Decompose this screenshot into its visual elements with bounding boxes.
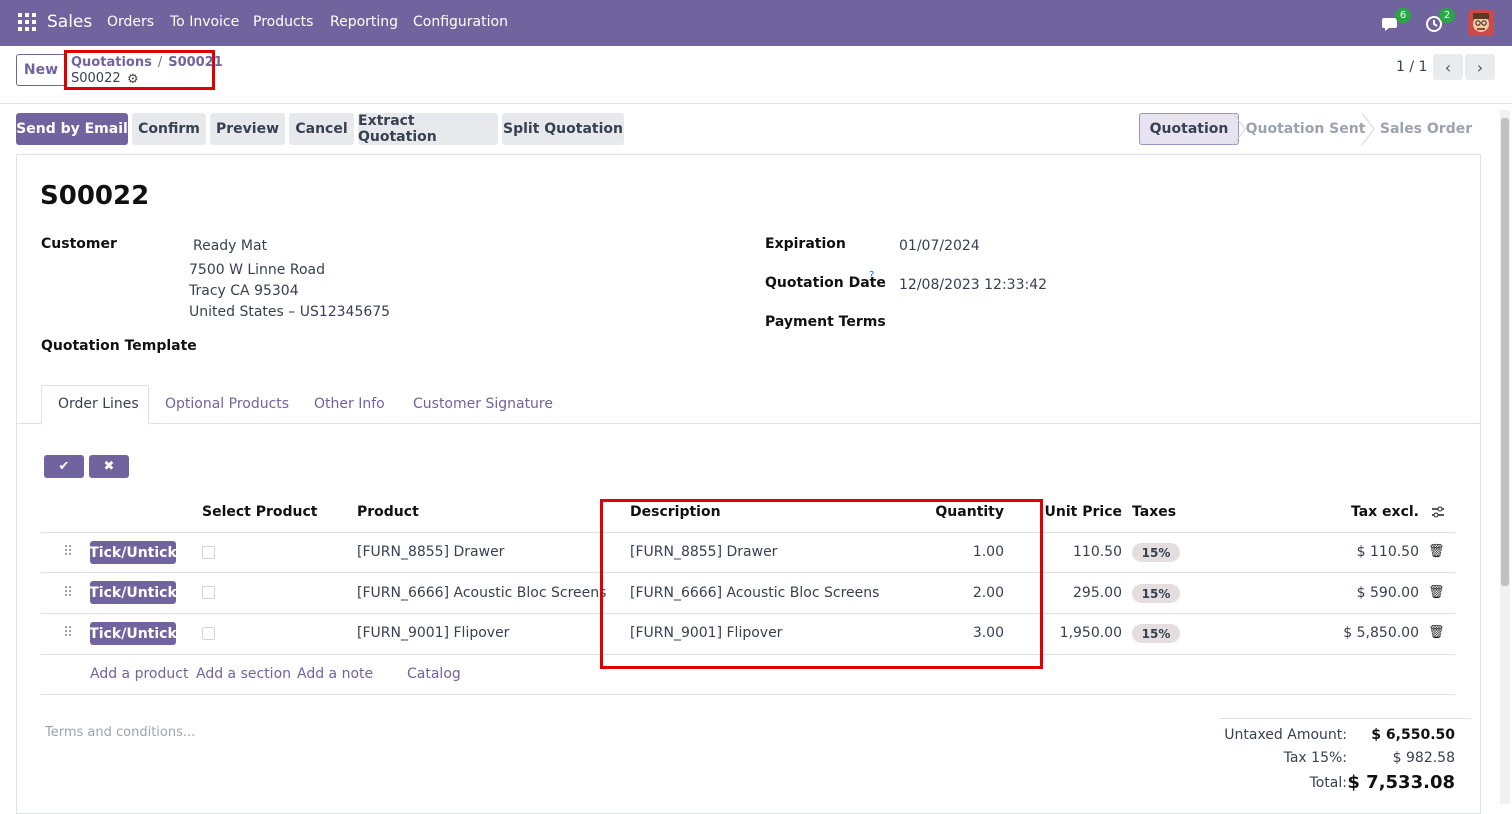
tab-order-lines[interactable]: Order Lines [58, 396, 139, 412]
column-taxes[interactable]: Taxes [1132, 504, 1176, 520]
status-quotation[interactable]: Quotation [1139, 113, 1239, 145]
add-section-link[interactable]: Add a section [196, 666, 291, 682]
customer-label: Customer [41, 236, 117, 252]
trash-icon[interactable]: 🗑 [1428, 625, 1445, 640]
status-arrow [1362, 113, 1375, 145]
pager-next-button[interactable]: › [1465, 54, 1495, 80]
messages-button[interactable]: 6 [1381, 8, 1411, 34]
deselect-all-button[interactable]: ✖ [89, 455, 129, 478]
chevron-left-icon: ‹ [1444, 57, 1452, 77]
product-cell[interactable]: [FURN_8855] Drawer [357, 544, 504, 560]
tab-customer-signature[interactable]: Customer Signature [413, 396, 553, 412]
breadcrumb-current: S00022 [71, 71, 121, 86]
apps-menu-icon[interactable] [18, 13, 36, 31]
column-select-product[interactable]: Select Product [202, 504, 318, 520]
send-by-email-button[interactable]: Send by Email [16, 113, 128, 145]
tick-untick-button[interactable]: Tick/Untick [89, 541, 177, 564]
breadcrumb-previous-record[interactable]: S00021 [168, 55, 223, 70]
check-icon: ✔ [58, 459, 70, 474]
catalog-link[interactable]: Catalog [407, 666, 461, 682]
menu-products[interactable]: Products [253, 14, 313, 30]
tax-value: $ 982.58 [1392, 750, 1455, 766]
user-avatar[interactable] [1468, 10, 1494, 36]
pager-value[interactable]: 1 / 1 [1396, 59, 1427, 75]
extract-quotation-button[interactable]: Extract Quotation [358, 113, 498, 145]
row-divider [41, 694, 1455, 695]
tax-badge[interactable]: 15% [1132, 624, 1180, 643]
subtotal-cell: $ 5,850.00 [1343, 625, 1419, 641]
select-all-button[interactable]: ✔ [44, 455, 84, 478]
product-cell[interactable]: [FURN_6666] Acoustic Bloc Screens [357, 585, 606, 601]
drag-handle-icon[interactable]: ⠿ [63, 625, 73, 641]
expiration-label: Expiration [765, 236, 846, 252]
total-value: $ 7,533.08 [1347, 772, 1455, 793]
customer-address-line2: Tracy CA 95304 [189, 283, 299, 299]
quotation-date-field[interactable]: 12/08/2023 12:33:42 [899, 277, 1047, 293]
messages-badge: 6 [1395, 8, 1411, 23]
status-quotation-sent[interactable]: Quotation Sent [1239, 113, 1372, 145]
activities-button[interactable]: 2 [1425, 8, 1455, 34]
preview-button[interactable]: Preview [210, 113, 285, 145]
trash-icon[interactable]: 🗑 [1428, 544, 1445, 559]
menu-reporting[interactable]: Reporting [330, 14, 398, 30]
select-product-checkbox[interactable] [202, 546, 215, 559]
top-navbar: Sales Orders To Invoice Products Reporti… [0, 0, 1512, 46]
tax-badge[interactable]: 15% [1132, 584, 1180, 603]
untaxed-amount-label: Untaxed Amount: [1224, 727, 1347, 743]
customer-address-line3: United States – US12345675 [189, 304, 391, 320]
subtotal-cell: $ 590.00 [1356, 585, 1419, 601]
split-quotation-button[interactable]: Split Quotation [502, 113, 624, 145]
close-icon: ✖ [103, 459, 115, 474]
tick-untick-button[interactable]: Tick/Untick [89, 581, 177, 604]
untaxed-amount-value: $ 6,550.50 [1371, 727, 1455, 743]
control-panel: New Quotations / S00021 S00022 ⚙ 1 / 1 ‹ › [0, 46, 1512, 104]
menu-orders[interactable]: Orders [107, 14, 154, 30]
add-note-link[interactable]: Add a note [297, 666, 373, 682]
breadcrumb-separator: / [157, 55, 163, 70]
confirm-button[interactable]: Confirm [132, 113, 206, 145]
drag-handle-icon[interactable]: ⠿ [63, 544, 73, 560]
select-product-checkbox[interactable] [202, 586, 215, 599]
add-product-link[interactable]: Add a product [90, 666, 188, 682]
totals-divider [1219, 718, 1471, 719]
new-button[interactable]: New [16, 54, 66, 86]
trash-icon[interactable]: 🗑 [1428, 585, 1445, 600]
help-tooltip-icon[interactable]: ? [869, 270, 874, 281]
status-arrow [1233, 113, 1246, 145]
breadcrumb-quotations[interactable]: Quotations [71, 55, 152, 70]
product-cell[interactable]: [FURN_9001] Flipover [357, 625, 509, 641]
tick-untick-button[interactable]: Tick/Untick [89, 622, 177, 645]
highlight-description-quantity [600, 499, 1043, 669]
terms-conditions-field[interactable]: Terms and conditions... [45, 725, 195, 740]
tax-label: Tax 15%: [1283, 750, 1347, 766]
tax-badge[interactable]: 15% [1132, 543, 1180, 562]
activities-badge: 2 [1439, 8, 1455, 23]
breadcrumb: Quotations / S00021 [71, 55, 223, 70]
cancel-button[interactable]: Cancel [289, 113, 354, 145]
menu-to-invoice[interactable]: To Invoice [170, 14, 239, 30]
record-title: S00022 [40, 181, 150, 211]
payment-terms-label: Payment Terms [765, 314, 886, 330]
app-name[interactable]: Sales [47, 12, 92, 32]
column-tax-excl[interactable]: Tax excl. [1319, 504, 1419, 520]
subtotal-cell: $ 110.50 [1356, 544, 1419, 560]
select-product-checkbox[interactable] [202, 627, 215, 640]
quotation-date-label: Quotation Date [765, 275, 886, 291]
gear-icon[interactable]: ⚙ [127, 72, 139, 87]
pager-previous-button[interactable]: ‹ [1433, 54, 1463, 80]
tab-optional-products[interactable]: Optional Products [165, 396, 289, 412]
drag-handle-icon[interactable]: ⠿ [63, 585, 73, 601]
scrollbar-thumb[interactable] [1501, 118, 1509, 586]
quotation-template-label: Quotation Template [41, 338, 197, 354]
menu-configuration[interactable]: Configuration [413, 14, 508, 30]
chevron-right-icon: › [1476, 57, 1484, 77]
status-sales-order[interactable]: Sales Order [1372, 113, 1480, 145]
customer-address-line1: 7500 W Linne Road [189, 262, 326, 278]
optional-columns-icon[interactable] [1430, 504, 1446, 520]
expiration-field[interactable]: 01/07/2024 [899, 238, 980, 254]
customer-field[interactable]: Ready Mat [193, 238, 267, 254]
column-product[interactable]: Product [357, 504, 419, 520]
tab-other-info[interactable]: Other Info [314, 396, 385, 412]
